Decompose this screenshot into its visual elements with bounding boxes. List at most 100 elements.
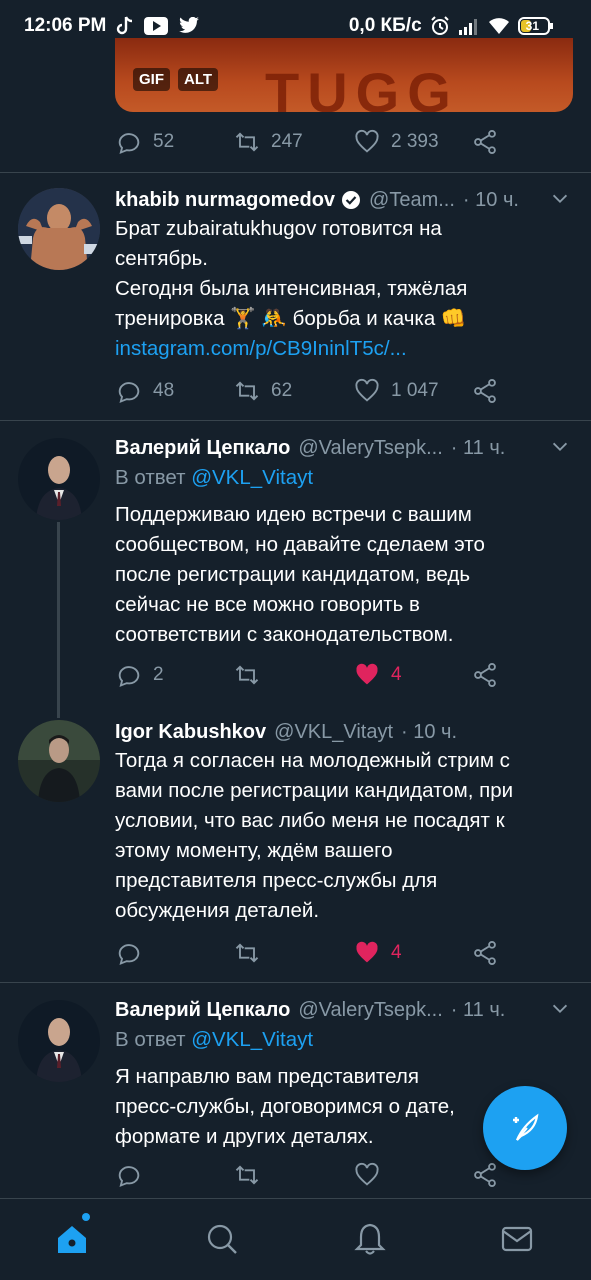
author-handle[interactable]: @Team...: [369, 189, 455, 212]
tweet-text: Поддерживаю идею встречи с вашим сообщес…: [115, 500, 571, 650]
reply-count: 2: [153, 664, 164, 685]
tweet-actions: [115, 1160, 515, 1190]
tweet-line: сентябрь.: [115, 247, 208, 270]
twitter-bird-icon: [178, 17, 200, 35]
like-button[interactable]: [353, 1161, 381, 1189]
tweet-time: · 10 ч.: [462, 188, 519, 211]
wifi-icon: [488, 17, 510, 35]
author-name[interactable]: Валерий Цепкало: [115, 437, 290, 460]
retweet-button[interactable]: [233, 939, 261, 967]
avatar[interactable]: [18, 188, 100, 270]
tweet-line: этому моменту, ждём вашего: [115, 839, 393, 862]
tweet-kabushkov[interactable]: Igor Kabushkov @VKL_Vitayt · 10 ч. Тогда…: [0, 704, 591, 982]
share-button[interactable]: [471, 939, 499, 967]
retweet-icon: [235, 132, 259, 152]
reply-button[interactable]: 48: [115, 377, 174, 405]
tweet-link[interactable]: instagram.com/p/CB9IninlT5c/...: [115, 334, 571, 364]
heart-icon: [355, 378, 379, 402]
tweet-time: · 11 ч.: [450, 998, 506, 1021]
tweet-line: после регистрации кандидатом, ведь: [115, 563, 471, 586]
tweet-tsepkalo-1[interactable]: Валерий Цепкало @ValeryTsepk... · 11 ч. …: [0, 420, 591, 700]
nav-messages[interactable]: [497, 1219, 537, 1259]
retweet-icon: [235, 943, 259, 963]
tweet-text: Тогда я согласен на молодежный стрим с в…: [115, 746, 571, 926]
nav-home[interactable]: [52, 1219, 92, 1259]
tweet-time: · 11 ч.: [450, 436, 506, 459]
like-button[interactable]: 1 047: [353, 377, 439, 405]
reply-button[interactable]: [115, 939, 143, 967]
author-name[interactable]: Igor Kabushkov: [115, 721, 266, 744]
alarm-icon: [430, 16, 450, 36]
tweet-line: Сегодня была интенсивная, тяжёлая: [115, 277, 468, 300]
reply-icon: [118, 133, 140, 155]
reply-button[interactable]: [115, 1161, 143, 1189]
tweet-line: соответствии с законодательством.: [115, 623, 454, 646]
chevron-down-icon[interactable]: [549, 188, 571, 210]
heart-icon: [355, 129, 379, 153]
reply-mention[interactable]: @VKL_Vitayt: [191, 1028, 313, 1051]
avatar[interactable]: [18, 720, 100, 802]
tweet-header: khabib nurmagomedov @Team... · 10 ч.: [115, 186, 571, 214]
tweet-line: Я направлю вам представителя: [115, 1065, 419, 1088]
retweet-button[interactable]: 62: [233, 377, 292, 405]
tweet-line: условии, что вас либо меня не посадят к: [115, 809, 505, 832]
author-handle[interactable]: @VKL_Vitayt: [274, 721, 393, 744]
author-name[interactable]: Валерий Цепкало: [115, 999, 290, 1022]
reply-icon: [118, 382, 140, 404]
like-count: 4: [391, 664, 402, 685]
chevron-down-icon[interactable]: [549, 436, 571, 458]
tweet-header: Igor Kabushkov @VKL_Vitayt · 10 ч.: [115, 718, 571, 746]
share-button[interactable]: [471, 377, 499, 405]
author-handle[interactable]: @ValeryTsepk...: [298, 437, 442, 460]
like-button[interactable]: 2 393: [353, 128, 439, 156]
heart-icon: [356, 663, 378, 685]
reply-prefix: В ответ: [115, 1028, 186, 1051]
nav-notifications[interactable]: [350, 1219, 390, 1259]
media-art-text: TUGG: [265, 61, 459, 112]
like-count: 4: [391, 942, 402, 963]
share-button[interactable]: [471, 1161, 499, 1189]
signal-icon: [458, 17, 480, 35]
retweet-button[interactable]: [233, 1161, 261, 1189]
tweet-text: Брат zubairatukhugov готовится на сентяб…: [115, 214, 571, 364]
tweet-actions: 48 62 1 047: [115, 376, 515, 406]
bell-icon: [354, 1223, 386, 1255]
reply-button[interactable]: 2: [115, 661, 164, 689]
tweet-line: Брат zubairatukhugov готовится на: [115, 217, 442, 240]
share-button[interactable]: [471, 661, 499, 689]
chevron-down-icon[interactable]: [549, 998, 571, 1020]
nav-search[interactable]: [202, 1219, 242, 1259]
author-name[interactable]: khabib nurmagomedov: [115, 189, 335, 212]
like-button[interactable]: 4: [353, 661, 402, 689]
tweet-line: представителя пресс-службы для: [115, 869, 438, 892]
tweet-actions: 4: [115, 938, 515, 968]
tweet-actions: 2 4: [115, 660, 515, 690]
alt-badge[interactable]: ALT: [178, 68, 219, 91]
tweet-actions: 52 247 2 393: [115, 127, 515, 157]
retweet-button[interactable]: 247: [233, 128, 303, 156]
reply-icon: [118, 1166, 140, 1188]
share-button[interactable]: [471, 128, 499, 156]
network-speed: 0,0 КБ/с: [348, 15, 422, 36]
like-button[interactable]: 4: [353, 939, 402, 967]
reply-mention[interactable]: @VKL_Vitayt: [191, 466, 313, 489]
reply-count: 52: [153, 131, 175, 152]
tweet-header: Валерий Цепкало @ValeryTsepk... · 11 ч.: [115, 434, 571, 462]
share-icon: [474, 662, 496, 688]
tweet-tsepkalo-2[interactable]: Валерий Цепкало @ValeryTsepk... · 11 ч. …: [0, 982, 591, 1198]
reply-button[interactable]: 52: [115, 128, 174, 156]
tweet-khabib[interactable]: khabib nurmagomedov @Team... · 10 ч. Бра…: [0, 172, 591, 420]
gif-media[interactable]: TUGG GIF ALT: [115, 38, 573, 112]
author-handle[interactable]: @ValeryTsepk...: [298, 999, 442, 1022]
avatar[interactable]: [18, 438, 100, 520]
youtube-icon: [144, 17, 169, 35]
compose-tweet-button[interactable]: [483, 1086, 567, 1170]
reply-icon: [118, 944, 140, 966]
mail-icon: [501, 1226, 533, 1252]
retweet-count: 62: [271, 380, 293, 401]
retweet-button[interactable]: [233, 661, 261, 689]
tweet-line: сейчас не все можно говорить в: [115, 593, 420, 616]
avatar[interactable]: [18, 1000, 100, 1082]
tweet-time: · 10 ч.: [401, 720, 458, 743]
retweet-count: 247: [271, 131, 303, 152]
